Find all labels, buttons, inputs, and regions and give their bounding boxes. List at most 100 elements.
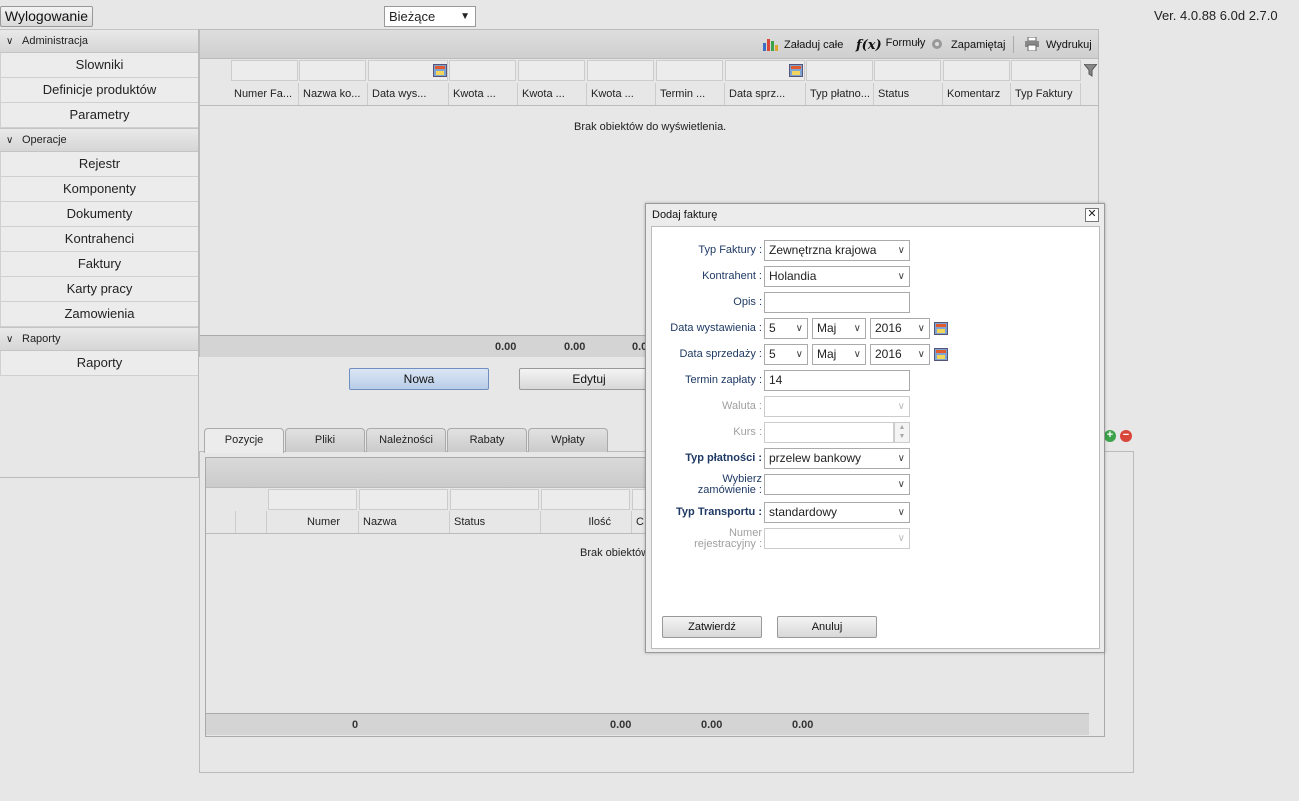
wybierz-zamowienie-select[interactable]: ∨ bbox=[764, 474, 910, 495]
column-header[interactable]: Kwota ... bbox=[449, 83, 518, 105]
filter-cell[interactable] bbox=[587, 60, 654, 81]
filter-cell[interactable] bbox=[449, 60, 516, 81]
column-header[interactable]: Nazwa bbox=[359, 511, 450, 533]
typ-platnosci-select[interactable]: przelew bankowy ∨ bbox=[764, 448, 910, 469]
sidebar-item-definicje-produktow[interactable]: Definicje produktów bbox=[0, 78, 198, 103]
filter-cell[interactable] bbox=[231, 60, 298, 81]
period-select[interactable]: Bieżące ▼ bbox=[384, 6, 476, 27]
sidebar-item-zamowienia[interactable]: Zamowienia bbox=[0, 302, 198, 327]
typ-faktury-select[interactable]: Zewnętrzna krajowa ∨ bbox=[764, 240, 910, 261]
sidebar-item-dokumenty[interactable]: Dokumenty bbox=[0, 202, 198, 227]
termin-zaplaty-input[interactable]: 14 bbox=[764, 370, 910, 391]
new-invoice-button[interactable]: Nowa bbox=[349, 368, 489, 390]
sidebar-item-rejestr[interactable]: Rejestr bbox=[0, 152, 198, 177]
tab-pliki[interactable]: Pliki bbox=[285, 428, 365, 452]
logout-button[interactable]: Wylogowanie bbox=[0, 6, 93, 27]
filter-cell[interactable] bbox=[268, 489, 357, 510]
column-header[interactable]: Data sprz... bbox=[725, 83, 806, 105]
filter-cell[interactable] bbox=[806, 60, 873, 81]
calendar-icon[interactable] bbox=[934, 348, 948, 361]
column-header[interactable]: Kwota ... bbox=[518, 83, 587, 105]
filter-cell[interactable] bbox=[359, 489, 448, 510]
kontrahent-select[interactable]: Holandia ∨ bbox=[764, 266, 910, 287]
tab-naleznosci[interactable]: Należności bbox=[366, 428, 446, 452]
column-header[interactable]: Numer bbox=[268, 511, 359, 533]
calendar-icon[interactable] bbox=[433, 64, 447, 77]
sale-year-select[interactable]: 2016 ∨ bbox=[870, 344, 930, 365]
dialog-title: Dodaj fakturę bbox=[652, 209, 718, 221]
column-header[interactable]: Status bbox=[874, 83, 943, 105]
kurs-input[interactable] bbox=[764, 422, 894, 443]
column-header[interactable]: Ilość bbox=[541, 511, 632, 533]
label-data-wystawienia: Data wystawienia : bbox=[670, 322, 762, 334]
issue-month-select[interactable]: Maj ∨ bbox=[812, 318, 866, 339]
sidebar-item-slowniki[interactable]: Slowniki bbox=[0, 53, 198, 78]
sale-day-select[interactable]: 5 ∨ bbox=[764, 344, 808, 365]
label-termin-zaplaty: Termin zapłaty : bbox=[684, 374, 762, 386]
filter-cell[interactable] bbox=[943, 60, 1010, 81]
load-all-button[interactable]: Załaduj całe bbox=[762, 37, 843, 51]
remove-row-icon[interactable]: − bbox=[1120, 430, 1132, 442]
sidebar-item-kontrahenci[interactable]: Kontrahenci bbox=[0, 227, 198, 252]
add-row-icon[interactable]: + bbox=[1104, 430, 1116, 442]
period-select-value: Bieżące bbox=[389, 9, 436, 24]
cancel-button[interactable]: Anuluj bbox=[777, 616, 877, 638]
chevron-down-icon: ∨ bbox=[897, 453, 905, 464]
sale-month-select[interactable]: Maj ∨ bbox=[812, 344, 866, 365]
save-layout-button[interactable]: Zapamiętaj bbox=[929, 37, 1005, 51]
sidebar-item-karty-pracy[interactable]: Karty pracy bbox=[0, 277, 198, 302]
filter-icon[interactable] bbox=[1084, 64, 1097, 77]
column-header[interactable]: Numer Fa... bbox=[230, 83, 299, 105]
filter-cell[interactable] bbox=[299, 60, 366, 81]
column-header[interactable]: Komentarz bbox=[943, 83, 1011, 105]
column-header[interactable]: Status bbox=[450, 511, 541, 533]
sidebar-item-raporty[interactable]: Raporty bbox=[0, 351, 198, 376]
sidebar-item-komponenty[interactable]: Komponenty bbox=[0, 177, 198, 202]
sum-value: 0.00 bbox=[495, 341, 517, 353]
filter-cell[interactable] bbox=[874, 60, 941, 81]
filter-cell[interactable] bbox=[541, 489, 630, 510]
version-label: Ver. 4.0.88 6.0d 2.7.0 bbox=[1154, 8, 1278, 23]
sidebar-section-operacje[interactable]: ∨ Operacje bbox=[0, 128, 198, 152]
label-typ-transportu: Typ Transportu : bbox=[676, 506, 762, 518]
numer-rejestracyjny-select[interactable]: ∨ bbox=[764, 528, 910, 549]
label-wybierz-zamowienie: Wybierz zamówienie : bbox=[697, 473, 762, 496]
dialog-body: Typ Faktury : Zewnętrzna krajowa ∨ Kontra… bbox=[651, 226, 1100, 649]
chevron-down-icon: ∨ bbox=[795, 349, 803, 360]
kurs-spinner[interactable]: ▲ ▼ bbox=[894, 422, 910, 443]
filter-cell[interactable] bbox=[518, 60, 585, 81]
column-header[interactable]: Nazwa ko... bbox=[299, 83, 368, 105]
issue-year-select[interactable]: 2016 ∨ bbox=[870, 318, 930, 339]
filter-cell[interactable] bbox=[1011, 60, 1081, 81]
edit-invoice-button[interactable]: Edytuj bbox=[519, 368, 659, 390]
sidebar-section-raporty[interactable]: ∨ Raporty bbox=[0, 327, 198, 351]
calendar-icon[interactable] bbox=[789, 64, 803, 77]
sidebar-item-faktury[interactable]: Faktury bbox=[0, 252, 198, 277]
column-header[interactable]: Termin ... bbox=[656, 83, 725, 105]
sidebar-item-parametry[interactable]: Parametry bbox=[0, 103, 198, 128]
filter-cell[interactable] bbox=[450, 489, 539, 510]
issue-day-select[interactable]: 5 ∨ bbox=[764, 318, 808, 339]
tab-pozycje[interactable]: Pozycje bbox=[204, 428, 284, 453]
toolbar-divider bbox=[1013, 36, 1014, 53]
tab-rabaty[interactable]: Rabaty bbox=[447, 428, 527, 452]
sidebar: ∨ Administracja Slowniki Definicje produk… bbox=[0, 29, 199, 478]
waluta-select[interactable]: ∨ bbox=[764, 396, 910, 417]
opis-input[interactable] bbox=[764, 292, 910, 313]
sidebar-section-administracja[interactable]: ∨ Administracja bbox=[0, 29, 198, 53]
filter-cell[interactable] bbox=[656, 60, 723, 81]
label-typ-faktury: Typ Faktury : bbox=[698, 244, 762, 256]
calendar-icon[interactable] bbox=[934, 322, 948, 335]
column-header[interactable]: Typ płatno... bbox=[806, 83, 874, 105]
column-divider bbox=[235, 511, 236, 533]
print-button[interactable]: Wydrukuj bbox=[1024, 37, 1092, 51]
confirm-button[interactable]: Zatwierdź bbox=[662, 616, 762, 638]
typ-transportu-select[interactable]: standardowy ∨ bbox=[764, 502, 910, 523]
formulas-button[interactable]: f(x) Formuły bbox=[856, 37, 925, 53]
close-icon[interactable]: ✕ bbox=[1085, 208, 1099, 222]
chevron-down-icon: ∨ bbox=[6, 334, 14, 345]
column-header[interactable]: Kwota ... bbox=[587, 83, 656, 105]
column-header[interactable]: Typ Faktury bbox=[1011, 83, 1081, 105]
column-header[interactable]: Data wys... bbox=[368, 83, 449, 105]
tab-wplaty[interactable]: Wpłaty bbox=[528, 428, 608, 452]
